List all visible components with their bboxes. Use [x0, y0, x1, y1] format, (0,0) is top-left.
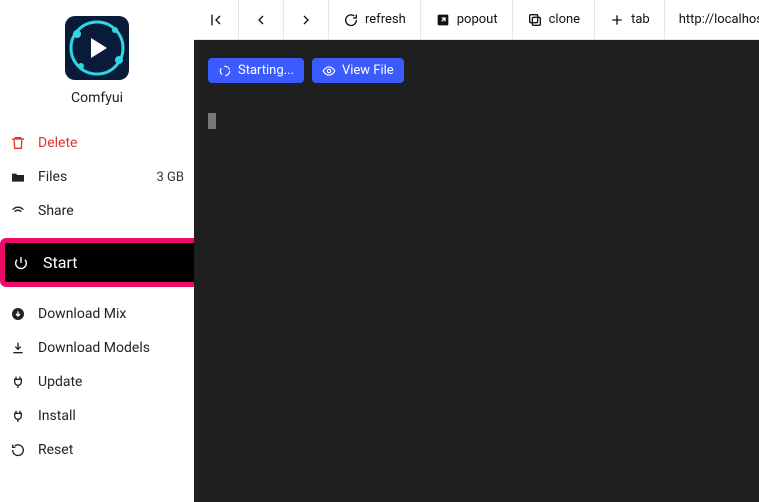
toolbar-label: refresh	[365, 12, 406, 27]
url-text: http://localhost	[679, 12, 759, 27]
sidebar: Comfyui Delete Files 3 GB Share	[0, 0, 194, 502]
clone-icon	[527, 12, 543, 28]
wifi-icon	[10, 203, 26, 219]
sidebar-item-download-models[interactable]: Download Models	[0, 331, 194, 365]
popout-button[interactable]: popout	[421, 0, 513, 40]
sidebar-item-delete[interactable]: Delete	[0, 126, 194, 160]
toolbar-label: tab	[631, 12, 650, 27]
sidebar-item-label: Delete	[38, 135, 77, 151]
app-logo	[65, 16, 129, 80]
eye-icon	[322, 64, 336, 78]
plug-icon	[10, 374, 26, 390]
nav-forward-button[interactable]	[284, 0, 329, 40]
terminal[interactable]: Starting... View File	[194, 40, 759, 502]
trash-icon	[10, 135, 26, 151]
sidebar-item-start[interactable]: Start	[5, 243, 194, 282]
sidebar-item-install[interactable]: Install	[0, 399, 194, 433]
back-sidebar-button[interactable]	[194, 0, 239, 40]
toolbar-label: clone	[549, 12, 580, 27]
sidebar-item-files[interactable]: Files 3 GB	[0, 160, 194, 194]
sidebar-item-label: Update	[38, 374, 82, 390]
download-icon	[10, 340, 26, 356]
url-field[interactable]: http://localhost	[665, 0, 759, 40]
sidebar-item-label: Start	[43, 253, 77, 272]
main-area: refresh popout clone tab	[194, 0, 759, 502]
tab-button[interactable]: tab	[595, 0, 665, 40]
sidebar-item-reset[interactable]: Reset	[0, 433, 194, 467]
button-label: View File	[342, 63, 394, 78]
app-title: Comfyui	[71, 90, 123, 106]
plus-icon	[609, 12, 625, 28]
popout-icon	[435, 12, 451, 28]
start-highlight-border: Start	[0, 238, 194, 287]
refresh-button[interactable]: refresh	[329, 0, 421, 40]
nav-back-button[interactable]	[239, 0, 284, 40]
view-file-button[interactable]: View File	[312, 58, 404, 83]
app-header: Comfyui	[0, 16, 194, 106]
download-circle-icon	[10, 306, 26, 322]
sidebar-item-label: Reset	[38, 442, 73, 458]
spinner-icon	[218, 64, 232, 78]
power-icon	[13, 255, 29, 271]
sidebar-item-share[interactable]: Share	[0, 194, 194, 228]
plug-icon	[10, 408, 26, 424]
sidebar-item-update[interactable]: Update	[0, 365, 194, 399]
sidebar-item-label: Files	[38, 169, 67, 185]
folder-icon	[10, 169, 26, 185]
refresh-icon	[343, 12, 359, 28]
toolbar-label: popout	[457, 12, 498, 27]
files-size: 3 GB	[157, 170, 185, 185]
starting-button[interactable]: Starting...	[208, 58, 304, 83]
chevron-left-icon	[253, 12, 269, 28]
sidebar-item-download-mix[interactable]: Download Mix	[0, 297, 194, 331]
reset-icon	[10, 442, 26, 458]
sidebar-item-label: Install	[38, 408, 76, 424]
sidebar-item-label: Download Models	[38, 340, 150, 356]
sidebar-item-label: Download Mix	[38, 306, 126, 322]
clone-button[interactable]: clone	[513, 0, 595, 40]
button-label: Starting...	[238, 63, 294, 78]
terminal-buttons: Starting... View File	[208, 58, 745, 83]
sidebar-back-icon	[208, 12, 224, 28]
app-logo-icon	[65, 16, 129, 80]
chevron-right-icon	[298, 12, 314, 28]
terminal-cursor	[208, 113, 216, 129]
toolbar: refresh popout clone tab	[194, 0, 759, 40]
sidebar-menu: Delete Files 3 GB Share	[0, 126, 194, 467]
sidebar-item-label: Share	[38, 203, 74, 219]
